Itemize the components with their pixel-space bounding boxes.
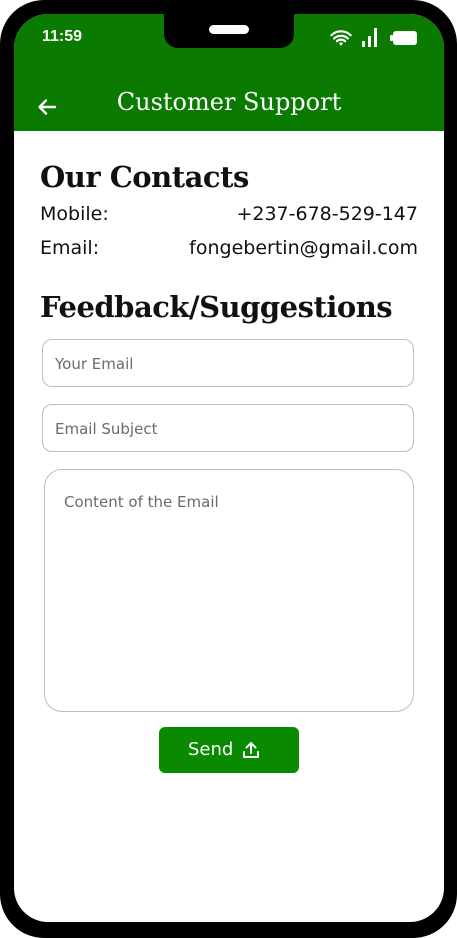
email-subject-placeholder: Email Subject: [55, 420, 158, 438]
email-subject-input[interactable]: Email Subject: [42, 404, 414, 452]
signal-icon: [362, 28, 377, 47]
speaker-grille: [209, 25, 249, 34]
screen: 11:59 Customer Support Our Contacts Mobi…: [14, 14, 444, 922]
your-email-input[interactable]: Your Email: [42, 339, 414, 387]
send-label: Send: [188, 739, 234, 760]
upload-icon: [243, 742, 259, 758]
status-icons: [314, 26, 444, 50]
phone-frame: 11:59 Customer Support Our Contacts Mobi…: [0, 0, 457, 938]
app-bar: 11:59 Customer Support: [14, 14, 444, 131]
contacts-heading: Our Contacts: [40, 160, 249, 194]
mobile-value[interactable]: +237-678-529-147: [236, 203, 418, 225]
feedback-heading: Feedback/Suggestions: [40, 290, 393, 324]
battery-icon: [390, 31, 417, 45]
status-time: 11:59: [42, 28, 83, 45]
wifi-icon: [330, 30, 352, 46]
page-title: Customer Support: [116, 88, 342, 116]
email-content-textarea[interactable]: Content of the Email: [44, 469, 414, 712]
camera-notch: [164, 14, 294, 48]
email-content-placeholder: Content of the Email: [64, 493, 219, 511]
email-label: Email:: [40, 237, 100, 259]
mobile-label: Mobile:: [40, 203, 109, 225]
send-button[interactable]: Send: [159, 727, 299, 773]
your-email-placeholder: Your Email: [55, 355, 134, 373]
email-value[interactable]: fongebertin@gmail.com: [189, 237, 418, 259]
